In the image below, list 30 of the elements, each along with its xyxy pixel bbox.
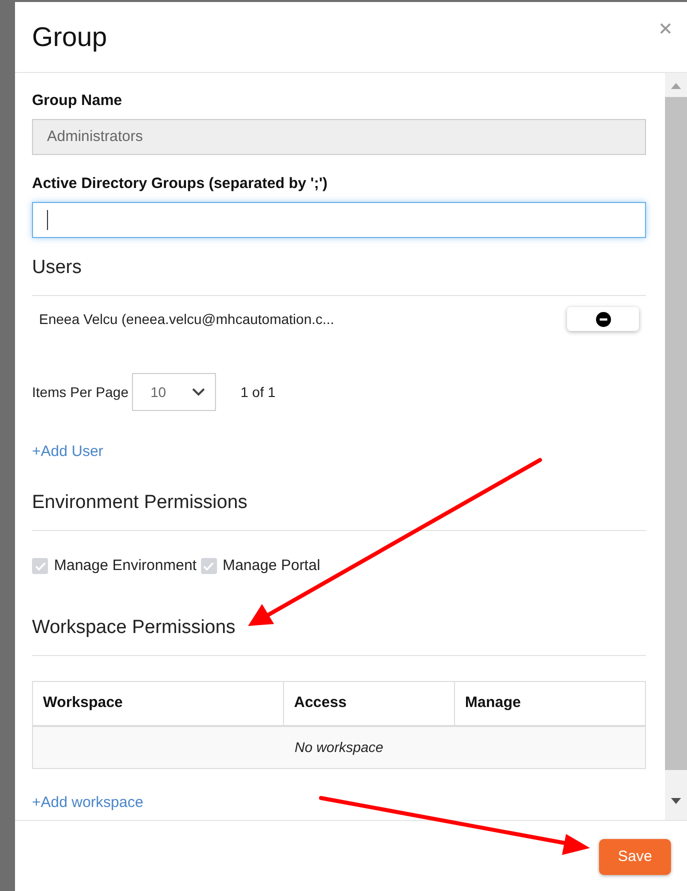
column-header: Workspace <box>42 693 124 714</box>
items-per-page-select[interactable]: 10 <box>132 373 216 411</box>
page-info: 1 of 1 <box>240 382 276 402</box>
scroll-down-icon[interactable] <box>671 798 681 804</box>
field-label: Group Name <box>32 91 122 111</box>
checkmark-icon <box>34 562 46 570</box>
field-label: Active Directory Groups (separated by ';') <box>32 174 328 194</box>
chevron-down-icon <box>192 388 204 396</box>
checkmark-icon <box>203 562 214 570</box>
dialog-title: Group <box>32 20 108 54</box>
items-per-page-label: Items Per Page <box>32 382 128 402</box>
remove-user-button[interactable] <box>567 307 639 331</box>
checkbox-label: Manage Environment <box>54 556 197 576</box>
column-header: Manage <box>454 682 645 725</box>
input-field[interactable] <box>32 202 646 238</box>
add-user-link[interactable]: +Add User <box>32 442 104 462</box>
save-button[interactable]: Save <box>599 839 671 875</box>
add-workspace-link[interactable]: +Add workspace <box>32 793 144 813</box>
section-heading: Users <box>32 256 82 280</box>
section-heading: Workspace Permissions <box>32 616 236 640</box>
close-button[interactable] <box>658 20 673 36</box>
empty-table-row: No workspace <box>33 727 645 768</box>
text-cursor <box>47 210 48 230</box>
column-header: Access <box>283 682 454 725</box>
close-icon <box>660 22 671 34</box>
scroll-up-icon[interactable] <box>671 83 681 89</box>
section-heading: Environment Permissions <box>32 491 248 515</box>
checkbox-label: Manage Portal <box>222 556 320 576</box>
minus-circle-icon <box>596 312 610 326</box>
user-name: Eneea Velcu (eneea.velcu@mhcautomation.c... <box>39 310 334 329</box>
